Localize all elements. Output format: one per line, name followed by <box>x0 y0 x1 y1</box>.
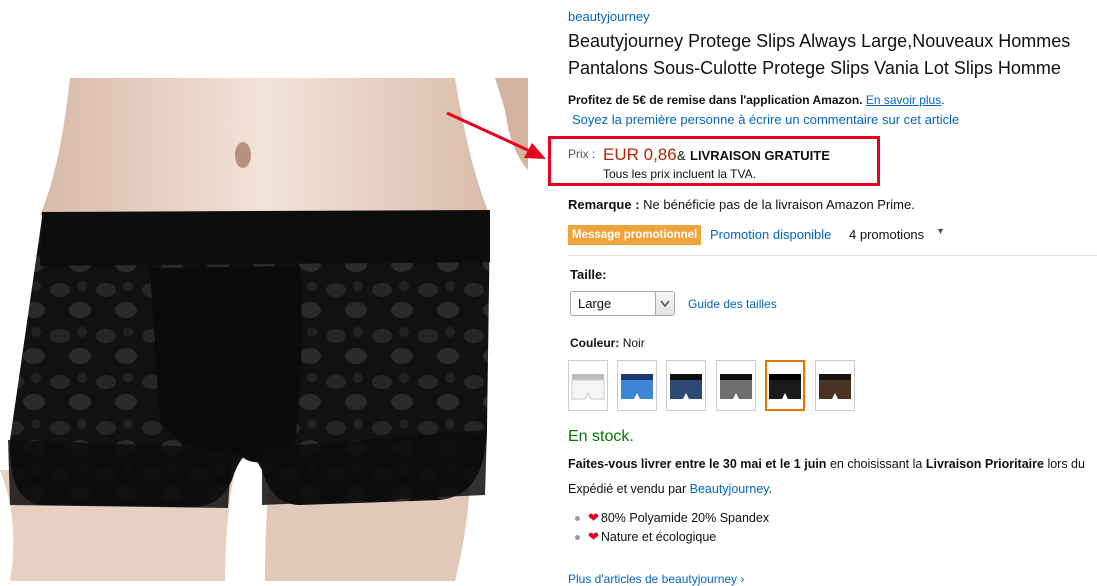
app-promo: Profitez de 5€ de remise dans l'applicat… <box>568 93 945 107</box>
more-items-text: Plus d'articles de beautyjourney <box>568 572 738 586</box>
color-swatch-black[interactable] <box>765 360 805 411</box>
promo-badge: Message promotionnel <box>568 225 702 245</box>
promotion-available-link[interactable]: Promotion disponible <box>710 227 831 242</box>
remark: Remarque : Ne bénéficie pas de la livrai… <box>568 197 915 212</box>
more-items-link[interactable]: Plus d'articles de beautyjourney › <box>568 572 744 586</box>
remark-label: Remarque : <box>568 197 640 212</box>
color-swatch-brown[interactable] <box>815 360 855 411</box>
color-swatch-blue[interactable] <box>617 360 657 411</box>
feature-text: Nature et écologique <box>600 530 717 544</box>
color-swatch-white[interactable] <box>568 360 608 411</box>
size-label: Taille: <box>570 267 607 282</box>
app-promo-text: Profitez de 5€ de remise dans l'applicat… <box>568 93 863 107</box>
product-title-line1: Beautyjourney Protege Slips Always Large… <box>568 31 1071 51</box>
bullet-dot-icon <box>575 516 580 522</box>
vat-note: Tous les prix incluent la TVA. <box>603 167 756 181</box>
size-guide-link[interactable]: Guide des tailles <box>688 297 777 311</box>
delivery-priority: Livraison Prioritaire <box>925 457 1044 471</box>
promotion-count[interactable]: 4 promotions <box>849 227 924 242</box>
price-value: EUR 0,86 <box>603 145 677 164</box>
size-dropdown[interactable]: Large <box>570 291 675 316</box>
shipped-prefix: Expédié et vendu par <box>568 482 687 496</box>
remark-text: Ne bénéficie pas de la livraison Amazon … <box>643 197 915 212</box>
color-swatch-navy[interactable] <box>666 360 706 411</box>
heart-icon: ❤ <box>588 529 599 544</box>
heart-icon: ❤ <box>588 510 599 525</box>
feature-bullet: ❤ 80% Polyamide 20% Spandex <box>575 510 769 526</box>
price-ampersand: & <box>677 148 686 163</box>
product-title-line2: Pantalons Sous-Culotte Protege Slips Van… <box>568 58 1061 78</box>
chevron-down-icon[interactable] <box>655 292 674 315</box>
write-review-link[interactable]: Soyez la première personne à écrire un c… <box>572 112 959 127</box>
product-photo-illustration <box>0 78 528 581</box>
color-label-title: Couleur: <box>570 336 620 350</box>
delivery-info: Faites-vous livrer entre le 30 mai et le… <box>568 457 1085 471</box>
color-label: Couleur: Noir <box>570 336 645 350</box>
seller-link[interactable]: Beautyjourney <box>690 482 769 496</box>
stock-status: En stock. <box>568 428 634 445</box>
bullet-dot-icon <box>575 535 580 541</box>
shipped-by: Expédié et vendu par Beautyjourney. <box>568 482 772 496</box>
color-selected-value: Noir <box>622 336 645 350</box>
price-label: Prix : <box>568 147 596 161</box>
delivery-mid: en choisissant la <box>829 457 923 471</box>
delivery-tail: lors du <box>1047 457 1085 471</box>
free-shipping-label: LIVRAISON GRATUITE <box>690 148 830 163</box>
brand-link[interactable]: beautyjourney <box>568 9 650 24</box>
size-selected-value: Large <box>578 296 612 311</box>
feature-text: 80% Polyamide 20% Spandex <box>600 511 770 525</box>
feature-bullet: ❤ Nature et écologique <box>575 529 716 545</box>
product-image[interactable] <box>0 78 528 581</box>
delivery-dates: Faites-vous livrer entre le 30 mai et le… <box>568 457 827 471</box>
caret-down-icon[interactable]: ▼ <box>936 226 945 236</box>
color-swatch-grey[interactable] <box>716 360 756 411</box>
learn-more-link[interactable]: En savoir plus <box>866 93 941 107</box>
chevron-right-icon: › <box>740 572 745 586</box>
shipped-suffix: . <box>768 482 773 496</box>
divider <box>568 255 1097 256</box>
